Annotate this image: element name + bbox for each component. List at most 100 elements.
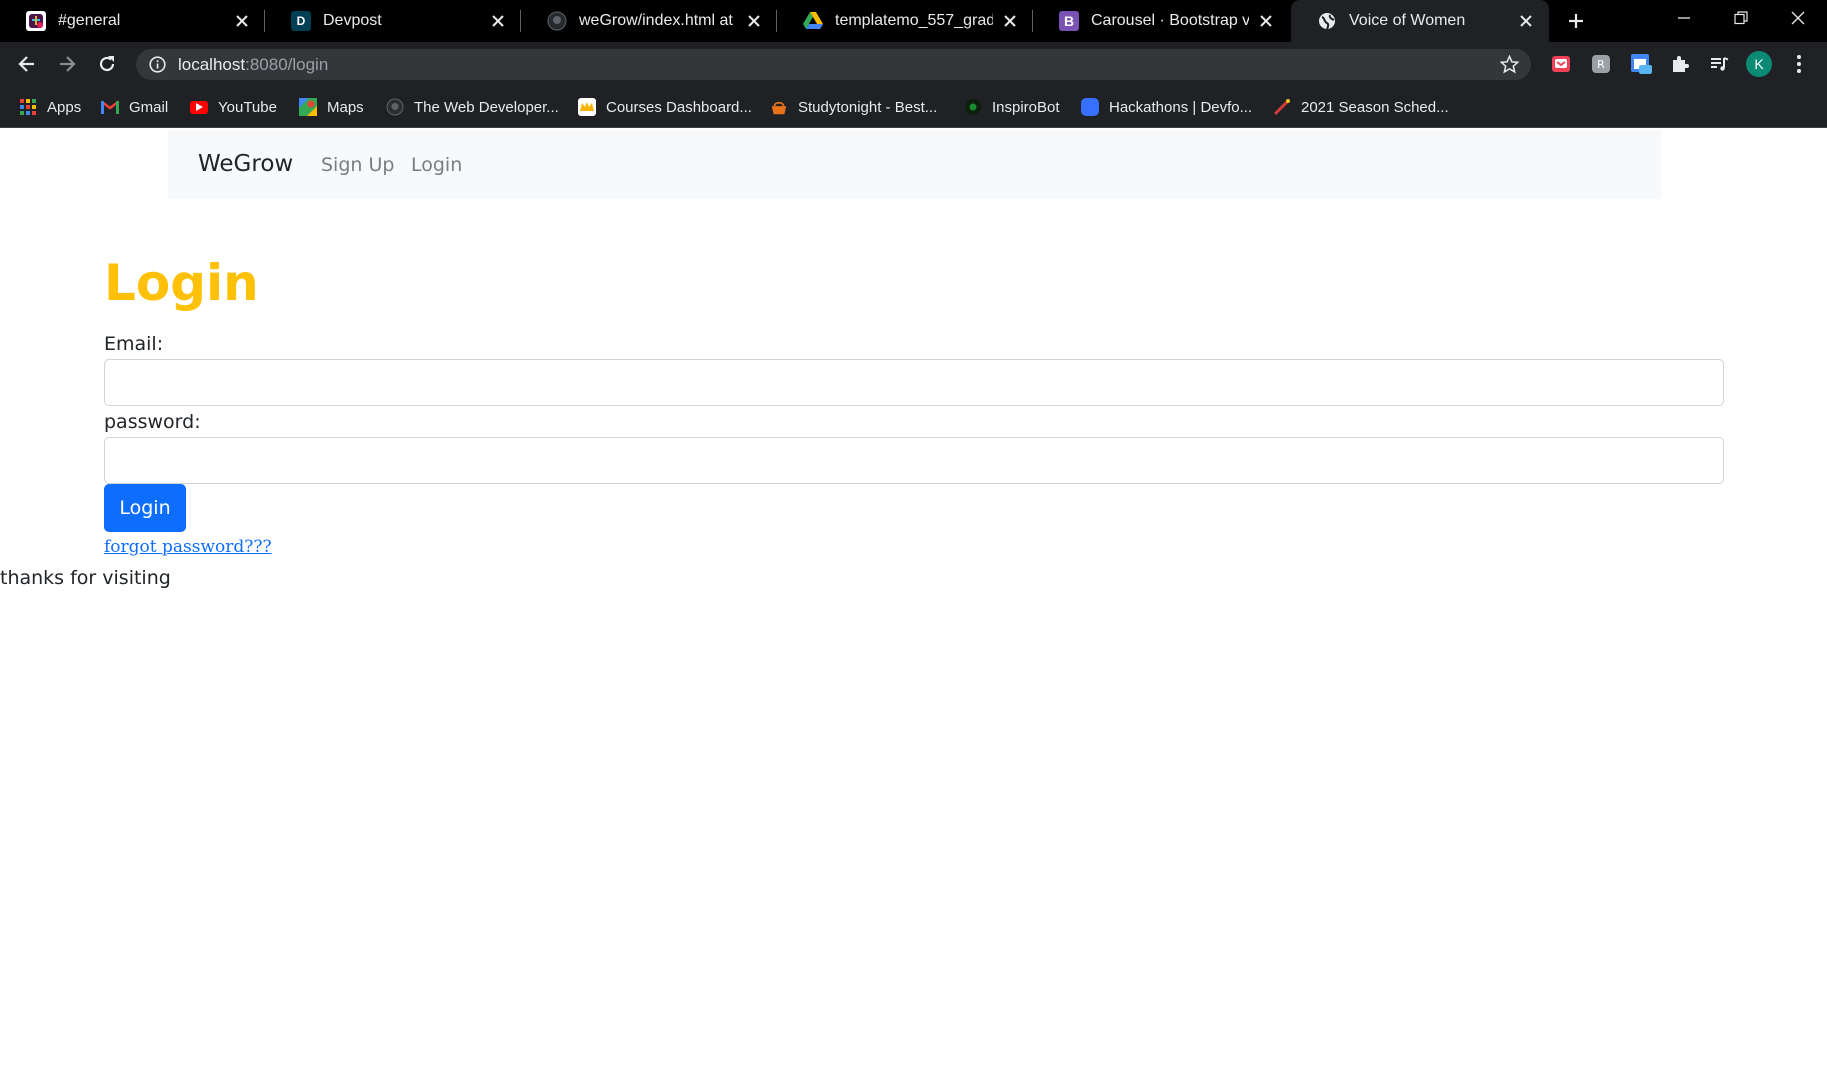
bookmark-apps[interactable]: Apps [19,96,81,118]
bookmark-label: The Web Developer... [414,98,559,116]
close-tab-icon[interactable] [1257,12,1275,30]
back-button[interactable] [11,48,43,80]
close-tab-icon[interactable] [489,12,507,30]
reload-button[interactable] [91,48,123,80]
nav-link-login[interactable]: Login [411,154,462,176]
close-window-button[interactable] [1770,0,1826,36]
footer-text: thanks for visiting [0,567,171,589]
schedule-icon [1273,98,1291,116]
forward-button[interactable] [51,48,83,80]
extensions-button[interactable] [1664,48,1696,80]
youtube-icon [190,100,208,114]
bookmark-hackathons-devfolio[interactable]: Hackathons | Devfo... [1081,96,1252,118]
nav-link-sign-up[interactable]: Sign Up [321,154,394,176]
bootstrap-icon: B [1059,11,1079,31]
devpost-icon: D [291,11,311,31]
forgot-password-link[interactable]: forgot password??? [104,537,272,557]
extension-tile-icon: R [1592,55,1610,73]
tab-title: Devpost [323,12,382,29]
close-tab-icon[interactable] [1001,12,1019,30]
minimize-icon [1678,17,1690,19]
extension-calendar-button[interactable] [1625,48,1657,80]
close-tab-icon[interactable] [233,12,251,30]
close-tab-icon[interactable] [745,12,763,30]
url-text: localhost:8080/login [178,55,328,75]
media-control-button[interactable] [1703,48,1735,80]
bookmark-label: Courses Dashboard... [606,98,752,116]
tab-google-drive[interactable]: templatemo_557_grad_sch [777,0,1033,42]
close-tab-icon[interactable] [1517,12,1535,30]
arrow-left-icon [18,56,34,72]
puzzle-icon [1673,56,1689,72]
password-label: password: [104,411,201,433]
tab-bootstrap[interactable]: B Carousel · Bootstrap v5.0 [1033,0,1289,42]
bookmark-label: InspiroBot [992,98,1060,116]
apps-grid-icon [19,98,37,116]
google-drive-icon [803,11,823,31]
tab-devpost[interactable]: D Devpost [265,0,521,42]
bookmark-label: Studytonight - Best... [798,98,938,116]
site-navbar: WeGrow Sign Up Login [168,130,1661,199]
tab-title: Carousel · Bootstrap v5.0 [1091,12,1249,29]
tab-title: #general [58,12,121,29]
password-field[interactable] [104,437,1724,484]
arrow-right-icon [60,56,76,72]
tab-strip: #general D Devpost weGrow/index.html at … [0,0,1827,42]
page-title: Login [104,254,259,312]
bookmark-label: 2021 Season Sched... [1301,98,1449,116]
bookmark-label: Hackathons | Devfo... [1109,98,1253,116]
courses-icon [578,98,596,116]
inspirobot-icon [964,98,982,116]
new-tab-button[interactable] [1548,3,1604,39]
more-vert-icon [1797,55,1801,73]
tab-title: templatemo_557_grad_sch [835,12,993,29]
tab-github[interactable]: weGrow/index.html at mai [521,0,777,42]
globe-icon [1317,11,1337,31]
email-field[interactable] [104,359,1724,406]
devfolio-icon [1081,98,1099,116]
bookmark-courses-dashboard[interactable]: Courses Dashboard... [578,96,752,118]
pocket-extension-icon [1552,56,1570,72]
bookmark-label: YouTube [218,98,277,116]
bookmarks-bar: Apps Gmail YouTube Maps The Web Develope… [0,86,1827,128]
navbar-brand[interactable]: WeGrow [198,151,293,177]
bookmark-label: Maps [327,98,364,116]
tab-title: Voice of Women [1349,12,1466,29]
bookmark-web-developer[interactable]: The Web Developer... [386,96,559,118]
bookmark-season-schedule[interactable]: 2021 Season Sched... [1273,96,1449,118]
studytonight-icon [770,98,788,116]
maps-icon [299,98,317,116]
profile-avatar[interactable]: K [1743,48,1775,80]
extension-gray-button[interactable]: R [1585,48,1617,80]
bookmark-inspirobot[interactable]: InspiroBot [964,96,1060,118]
bookmark-studytonight[interactable]: Studytonight - Best... [770,96,937,118]
svg-text:R: R [1597,58,1605,71]
extension-pocket-button[interactable] [1545,48,1577,80]
browser-menu-button[interactable] [1783,48,1815,80]
bookmark-star-icon[interactable] [1499,54,1520,78]
bookmark-label: Apps [47,98,82,116]
github-icon [386,98,404,116]
tab-voice-of-women[interactable]: Voice of Women [1291,0,1549,42]
url-path: :8080/login [245,55,329,74]
tab-general[interactable]: #general [0,0,265,42]
restore-icon [1734,11,1748,25]
bookmark-maps[interactable]: Maps [299,96,364,118]
slack-icon [26,11,46,31]
browser-toolbar: localhost:8080/login R K [0,42,1827,86]
minimize-button[interactable] [1656,0,1712,36]
email-label: Email: [104,333,164,355]
plus-icon [1569,14,1583,28]
tab-title: weGrow/index.html at mai [579,12,737,29]
address-bar[interactable]: localhost:8080/login [136,49,1531,80]
bookmark-gmail[interactable]: Gmail [101,96,168,118]
bookmark-label: Gmail [129,98,169,116]
login-button[interactable]: Login [104,484,186,532]
restore-button[interactable] [1713,0,1769,36]
playlist-icon [1711,57,1729,71]
site-info-icon[interactable] [149,56,166,77]
url-host: localhost [178,55,246,74]
profile-initial: K [1754,56,1764,72]
bookmark-youtube[interactable]: YouTube [190,96,277,118]
calendar-extension-icon [1631,54,1652,74]
